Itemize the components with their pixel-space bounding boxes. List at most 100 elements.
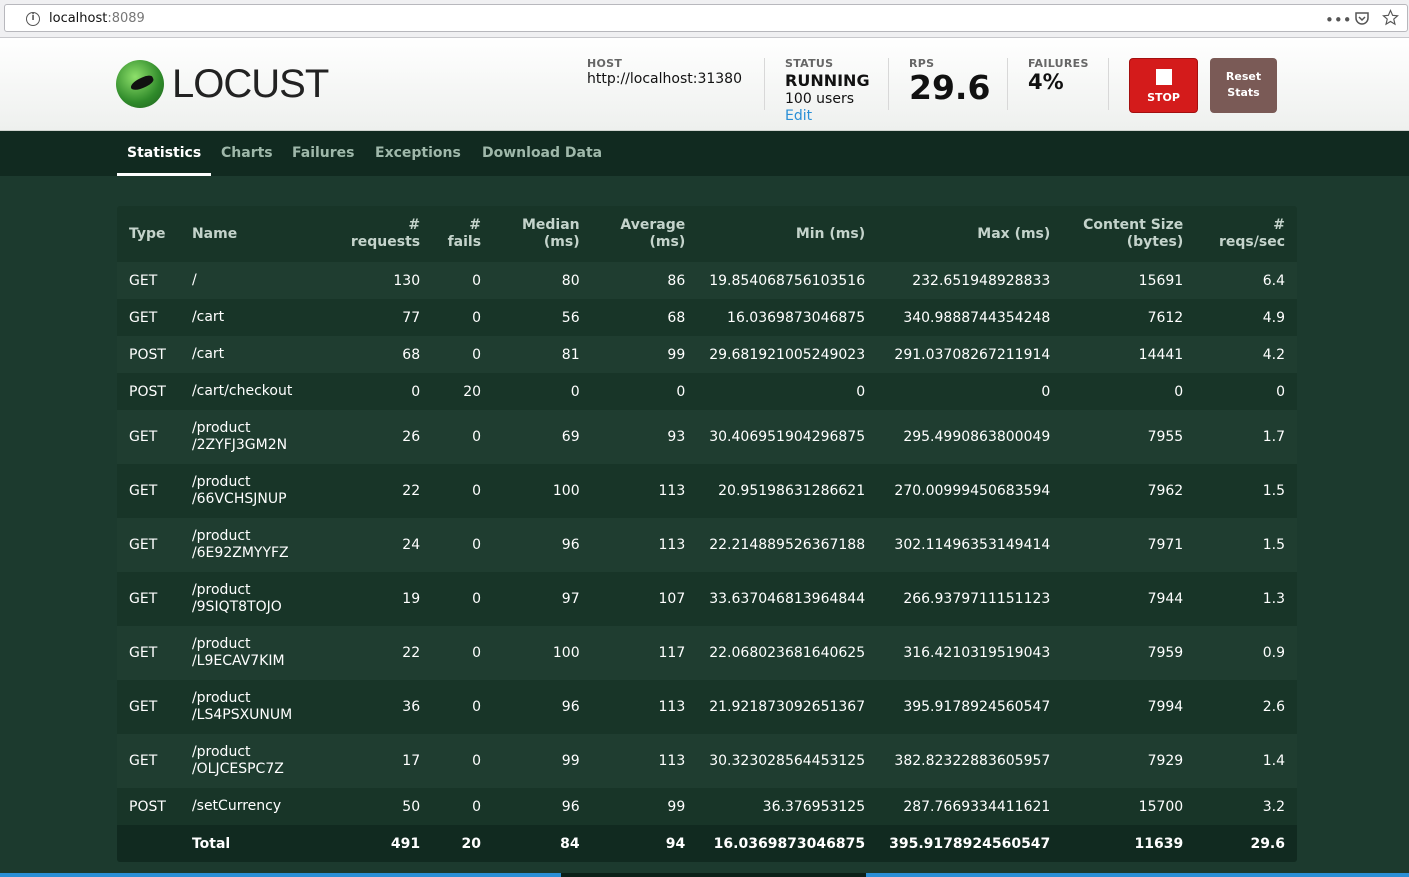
cell-name-part: /cart/checkout <box>191 383 293 399</box>
cell-name-part: /product <box>191 582 251 598</box>
cell-name: /product/L9ECAV7KIM <box>180 626 334 680</box>
cell-size: 7944 <box>1147 591 1184 607</box>
cell-median: 100 <box>552 483 580 499</box>
total-row: Total 491 20 84 94 16.0369873046875 395.… <box>117 825 1297 862</box>
table-row: GET/product/L9ECAV7KIM 22 0 100 117 22.068023… <box>117 626 1297 680</box>
failures-value: 4% <box>1028 70 1064 94</box>
cell-median: 81 <box>561 346 580 363</box>
cell-type: POST <box>129 346 166 363</box>
edit-link[interactable]: Edit <box>785 108 870 124</box>
tab-exceptions[interactable]: Exceptions <box>375 131 461 176</box>
cell-name-part: /L9ECAV7KIM <box>191 653 285 669</box>
col-header-size-line2: (bytes) <box>1126 234 1184 250</box>
col-header-min[interactable]: Min (ms) <box>697 206 877 262</box>
cell-rps: 1.3 <box>1262 591 1285 607</box>
table-row: GET/product/9SIQT8TOJO 19 0 97 107 33.6370468… <box>117 572 1297 626</box>
col-header-fails[interactable]: # fails <box>432 206 493 262</box>
cell-name: /product/9SIQT8TOJO <box>180 572 334 626</box>
cell-requests: 17 <box>402 753 421 769</box>
col-header-average[interactable]: Average (ms) <box>592 206 698 262</box>
col-header-requests-line2: requests <box>350 234 421 250</box>
cell-requests: 26 <box>402 429 421 445</box>
rps-stat: RPS 29.6 <box>909 57 990 106</box>
cell-min: 20.95198631286621 <box>718 483 866 499</box>
cell-size: 7994 <box>1147 699 1184 715</box>
cell-fails: 0 <box>472 346 482 363</box>
table-row: GET/product/6E92ZMYYFZ 24 0 96 113 22.2148895… <box>117 518 1297 572</box>
cell-type: GET <box>129 272 158 289</box>
cell-name-part: /product <box>191 744 251 760</box>
total-median: 84 <box>560 835 580 852</box>
info-icon[interactable]: i <box>26 12 40 26</box>
divider <box>1007 58 1008 110</box>
cell-max: 266.9379711151123 <box>903 591 1051 607</box>
col-header-rps[interactable]: # reqs/sec <box>1195 206 1297 262</box>
col-header-average-line1: Average <box>620 217 686 233</box>
cell-name: /product/2ZYFJ3GM2N <box>180 410 334 464</box>
col-header-median[interactable]: Median (ms) <box>493 206 592 262</box>
logo-text: LOCUST <box>172 61 329 106</box>
cell-type: GET <box>129 753 158 769</box>
cell-rps: 0.9 <box>1262 645 1285 661</box>
tab-failures[interactable]: Failures <box>292 131 355 176</box>
divider <box>888 58 889 110</box>
cell-average: 113 <box>658 699 686 715</box>
cell-name-part: /product <box>191 420 251 436</box>
cell-size: 7962 <box>1147 483 1184 499</box>
url-bar[interactable]: i localhost:8089 ••• <box>4 4 1408 32</box>
cell-size: 15700 <box>1138 798 1184 815</box>
table-row: GET/product/OLJCESPC7Z 17 0 99 113 30.3230285… <box>117 734 1297 788</box>
pocket-icon[interactable] <box>1353 10 1371 30</box>
col-header-fails-line1: # <box>469 217 482 233</box>
cell-type: GET <box>129 645 158 661</box>
divider <box>764 58 765 110</box>
cell-max: 340.9888744354248 <box>903 309 1051 326</box>
failures-stat: FAILURES 4% <box>1028 57 1089 94</box>
total-rps: 29.6 <box>1250 835 1285 852</box>
cell-min: 19.854068756103516 <box>709 272 866 289</box>
cell-requests: 24 <box>402 537 421 553</box>
tab-charts[interactable]: Charts <box>221 131 273 176</box>
reset-stats-button[interactable]: Reset Stats <box>1210 58 1277 113</box>
cell-fails: 0 <box>472 429 482 445</box>
cell-rps: 0 <box>1276 383 1285 400</box>
col-header-type[interactable]: Type <box>117 206 180 262</box>
tab-statistics[interactable]: Statistics <box>117 131 212 176</box>
col-header-median-line1: Median <box>521 217 580 233</box>
cell-rps: 1.5 <box>1262 537 1285 553</box>
col-header-name[interactable]: Name <box>180 206 334 262</box>
cell-median: 97 <box>561 591 580 607</box>
col-header-requests-line1: # <box>408 217 421 233</box>
cell-max: 0 <box>1041 383 1051 400</box>
table-row: POST/cart 68 0 81 99 29.681921005249023 291.03… <box>117 336 1297 373</box>
col-header-requests[interactable]: # requests <box>334 206 432 262</box>
cell-requests: 130 <box>393 272 421 289</box>
cell-name-part: / <box>191 272 197 288</box>
cell-size: 7971 <box>1147 537 1184 553</box>
status-label: STATUS <box>785 57 834 70</box>
cell-type: GET <box>129 309 158 326</box>
cell-average: 68 <box>667 309 686 326</box>
cell-max: 395.9178924560547 <box>903 699 1051 715</box>
table-row: POST/setCurrency 50 0 96 99 36.376953125 287.7… <box>117 788 1297 825</box>
stop-button[interactable]: STOP <box>1129 58 1198 113</box>
cell-name: /product/66VCHSJNUP <box>180 464 334 518</box>
cell-fails: 20 <box>463 383 482 400</box>
table-row: GET/cart 77 0 56 68 16.0369873046875 340.98887… <box>117 299 1297 336</box>
bookmark-star-icon[interactable] <box>1381 8 1399 30</box>
tab-download-data[interactable]: Download Data <box>482 131 602 176</box>
reset-label-line2: Stats <box>1227 86 1260 99</box>
url-text[interactable]: localhost:8089 <box>49 11 145 26</box>
url-host: localhost <box>49 11 108 26</box>
total-name: Total <box>191 835 231 852</box>
cell-fails: 0 <box>472 309 482 326</box>
total-min: 16.0369873046875 <box>713 835 866 852</box>
more-icon[interactable]: ••• <box>1325 11 1352 29</box>
col-header-content-size[interactable]: Content Size (bytes) <box>1062 206 1195 262</box>
cell-type: GET <box>129 591 158 607</box>
col-header-max[interactable]: Max (ms) <box>877 206 1062 262</box>
cell-fails: 0 <box>472 645 482 661</box>
divider <box>1108 58 1109 110</box>
cell-rps: 1.7 <box>1262 429 1285 445</box>
cell-rps: 3.2 <box>1262 798 1285 815</box>
